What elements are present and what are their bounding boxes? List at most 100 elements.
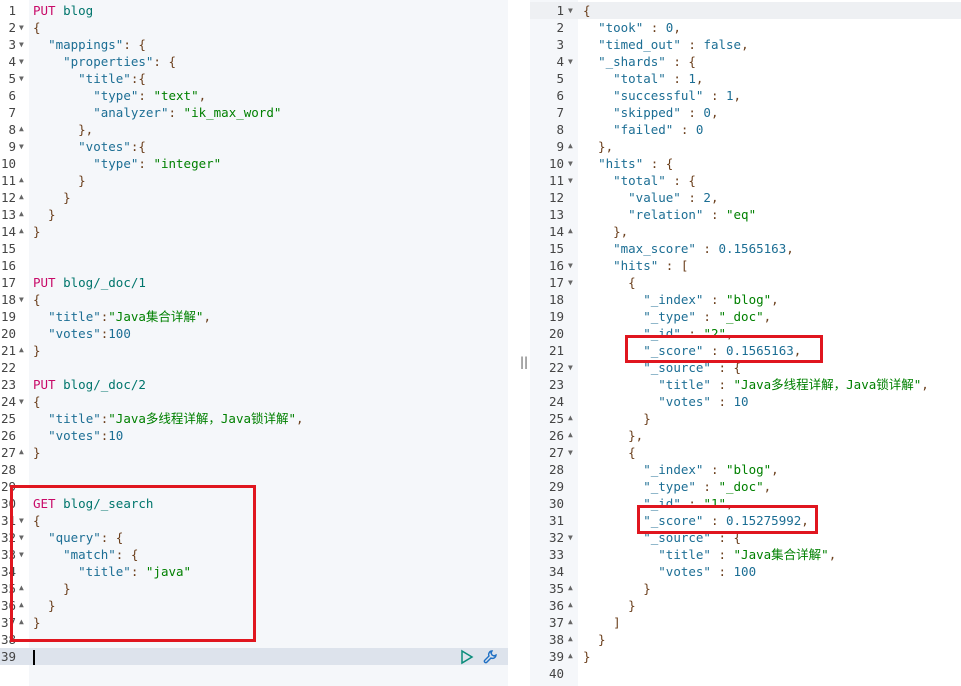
json-punctuation: : (680, 190, 704, 205)
line-number: 33 (0, 547, 16, 562)
play-icon[interactable] (460, 649, 474, 665)
code-line[interactable]: 28 (0, 461, 516, 478)
fold-caret-up-icon[interactable]: ▲ (568, 596, 573, 613)
code-line[interactable]: 20 "votes":100 (0, 325, 516, 342)
fold-caret-down-icon[interactable]: ▼ (19, 529, 24, 546)
fold-caret-down-icon[interactable]: ▼ (19, 19, 24, 36)
fold-caret-down-icon[interactable]: ▼ (19, 36, 24, 53)
fold-caret-up-icon[interactable]: ▲ (568, 222, 573, 239)
line-number: 33 (548, 547, 564, 562)
fold-caret-up-icon[interactable]: ▲ (568, 613, 573, 630)
line-code: { (583, 2, 591, 19)
code-line[interactable]: 8 ▲ }, (0, 121, 516, 138)
wrench-icon[interactable] (482, 649, 498, 665)
code-line[interactable]: 11 ▲ } (0, 172, 516, 189)
code-line[interactable]: 19 "title":"Java集合详解", (0, 308, 516, 325)
code-line[interactable]: 36 ▲ } (0, 597, 516, 614)
fold-caret-down-icon[interactable]: ▼ (568, 529, 573, 546)
code-line[interactable]: 25 "title":"Java多线程详解，Java锁详解", (0, 410, 516, 427)
code-line[interactable]: 16 (0, 257, 516, 274)
fold-caret-down-icon[interactable]: ▼ (19, 138, 24, 155)
code-line[interactable]: 39 (0, 648, 516, 665)
fold-caret-up-icon[interactable]: ▲ (568, 137, 573, 154)
fold-caret-down-icon[interactable]: ▼ (568, 359, 573, 376)
code-line[interactable]: 23 PUT blog/_doc/2 (0, 376, 516, 393)
code-line[interactable]: 27 ▲} (0, 444, 516, 461)
fold-caret-up-icon[interactable]: ▲ (19, 579, 24, 596)
fold-caret-up-icon[interactable]: ▲ (568, 630, 573, 647)
code-line[interactable]: 5 ▼ "title":{ (0, 70, 516, 87)
code-line[interactable]: 9 ▼ "votes":{ (0, 138, 516, 155)
code-line[interactable]: 38 (0, 631, 516, 648)
pane-resizer[interactable]: || (516, 0, 530, 686)
fold-caret-down-icon[interactable]: ▼ (568, 2, 573, 19)
code-line[interactable]: 6 "type": "text", (0, 87, 516, 104)
json-key: "_source" (643, 360, 711, 375)
fold-caret-up-icon[interactable]: ▲ (19, 188, 24, 205)
request-editor[interactable]: 1 PUT blog 2 ▼{3 ▼ "mappings": {4 ▼ "properti… (0, 0, 516, 686)
fold-caret-up-icon[interactable]: ▲ (568, 409, 573, 426)
fold-caret-up-icon[interactable]: ▲ (19, 341, 24, 358)
json-key: "votes" (658, 564, 711, 579)
code-line[interactable]: 15 (0, 240, 516, 257)
fold-caret-down-icon[interactable]: ▼ (568, 444, 573, 461)
fold-caret-up-icon[interactable]: ▲ (19, 596, 24, 613)
code-line[interactable]: 3 ▼ "mappings": { (0, 36, 516, 53)
code-line[interactable]: 31 ▼ { (0, 512, 516, 529)
fold-caret-up-icon[interactable]: ▲ (568, 647, 573, 664)
fold-caret-up-icon[interactable]: ▲ (19, 443, 24, 460)
line-number: 37 (0, 615, 16, 630)
json-string: "Java多线程详解，Java锁详解" (108, 411, 297, 426)
code-line[interactable]: 2 ▼ { (0, 19, 516, 36)
json-number: 1 (688, 71, 696, 86)
line-code: "title": "java" (33, 563, 191, 580)
request-lines[interactable]: 1 PUT blog 2 ▼{3 ▼ "mappings": {4 ▼ "properti… (0, 2, 516, 665)
line-code: "skipped" : 0, (583, 104, 718, 121)
code-line[interactable]: 22 (0, 359, 516, 376)
code-line[interactable]: 35 ▲ } (0, 580, 516, 597)
code-line[interactable]: 18 ▼ { (0, 291, 516, 308)
code-line[interactable]: 10 "type": "integer" (0, 155, 516, 172)
fold-caret-down-icon[interactable]: ▼ (19, 512, 24, 529)
code-line[interactable]: 32 ▼ "query": { (0, 529, 516, 546)
resize-handle-icon[interactable]: || (520, 355, 528, 369)
code-line[interactable]: 30 GET blog/_search (0, 495, 516, 512)
code-line[interactable]: 34 "title": "java" (0, 563, 516, 580)
fold-caret-down-icon[interactable]: ▼ (568, 257, 573, 274)
fold-caret-down-icon[interactable]: ▼ (19, 291, 24, 308)
fold-caret-down-icon[interactable]: ▼ (568, 155, 573, 172)
request-actions[interactable] (460, 649, 498, 665)
fold-caret-down-icon[interactable]: ▼ (568, 172, 573, 189)
code-line[interactable]: 4 ▼ "properties": { (0, 53, 516, 70)
fold-caret-up-icon[interactable]: ▲ (19, 205, 24, 222)
code-line[interactable]: 7 "analyzer": "ik_max_word" (0, 104, 516, 121)
fold-caret-up-icon[interactable]: ▲ (19, 120, 24, 137)
code-line: 38 ▲ } (530, 631, 961, 648)
fold-caret-down-icon[interactable]: ▼ (19, 70, 24, 87)
code-line[interactable]: 1 PUT blog (0, 2, 516, 19)
fold-caret-up-icon[interactable]: ▲ (19, 171, 24, 188)
code-line[interactable]: 29 (0, 478, 516, 495)
fold-caret-up-icon[interactable]: ▲ (19, 222, 24, 239)
code-line[interactable]: 26 "votes":10 (0, 427, 516, 444)
code-line: 5 "total" : 1, (530, 70, 961, 87)
fold-caret-up-icon[interactable]: ▲ (19, 613, 24, 630)
json-number: 0.1565163 (726, 343, 794, 358)
code-line[interactable]: 33 ▼ "match": { (0, 546, 516, 563)
request-scrollbar[interactable] (508, 0, 516, 686)
fold-caret-down-icon[interactable]: ▼ (568, 53, 573, 70)
fold-caret-down-icon[interactable]: ▼ (568, 274, 573, 291)
code-line[interactable]: 17 PUT blog/_doc/1 (0, 274, 516, 291)
code-line[interactable]: 14 ▲} (0, 223, 516, 240)
fold-caret-up-icon[interactable]: ▲ (568, 426, 573, 443)
fold-caret-up-icon[interactable]: ▲ (568, 579, 573, 596)
code-line[interactable]: 12 ▲ } (0, 189, 516, 206)
fold-caret-down-icon[interactable]: ▼ (19, 546, 24, 563)
fold-caret-down-icon[interactable]: ▼ (19, 393, 24, 410)
code-line[interactable]: 21 ▲} (0, 342, 516, 359)
code-line[interactable]: 37 ▲} (0, 614, 516, 631)
json-punctuation (583, 37, 598, 52)
code-line[interactable]: 24 ▼ { (0, 393, 516, 410)
fold-caret-down-icon[interactable]: ▼ (19, 53, 24, 70)
code-line[interactable]: 13 ▲ } (0, 206, 516, 223)
